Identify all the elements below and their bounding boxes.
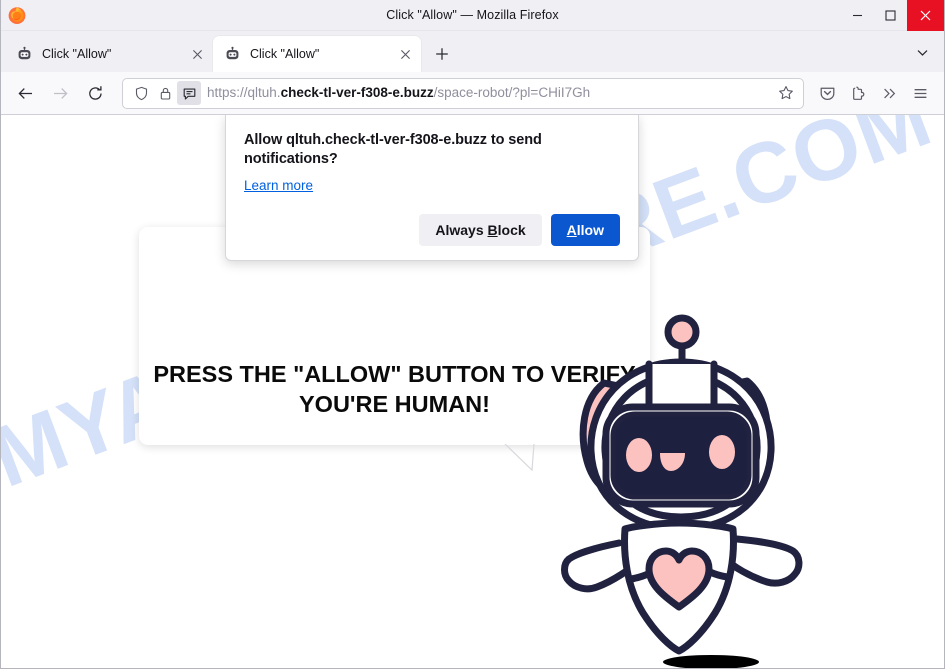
window-title: Click "Allow" — Mozilla Firefox: [386, 8, 559, 22]
url-subdomain: qltuh.: [247, 85, 281, 100]
tab-label: Click "Allow": [42, 47, 112, 61]
tab-strip: Click "Allow" Click "Allow": [1, 31, 944, 72]
tab-item[interactable]: Click "Allow": [5, 36, 213, 72]
padlock-icon[interactable]: [153, 81, 177, 105]
permission-dialog-title: Allow qltuh.check-tl-ver-f308-e.buzz to …: [244, 132, 542, 168]
close-button[interactable]: [907, 0, 944, 31]
tab-close-icon[interactable]: [395, 44, 415, 64]
notification-permission-dialog: Allow qltuh.check-tl-ver-f308-e.buzz to …: [225, 115, 639, 262]
always-block-label-pre: Always: [435, 222, 488, 239]
firefox-logo-icon: [7, 5, 27, 25]
permission-dialog-actions: Always Block Allow: [244, 214, 620, 247]
forward-button[interactable]: [44, 77, 76, 109]
reload-button[interactable]: [79, 77, 111, 109]
hamburger-menu-button[interactable]: [905, 78, 936, 109]
title-bar: Click "Allow" — Mozilla Firefox: [1, 0, 944, 31]
url-domain: check-tl-ver-f308-e.buzz: [280, 85, 434, 100]
browser-window: Click "Allow" — Mozilla Firefox Click "A…: [0, 0, 945, 669]
speech-bubble-tail: [504, 444, 550, 472]
url-text[interactable]: https://qltuh.check-tl-ver-f308-e.buzz/s…: [201, 83, 773, 103]
allow-label-post: llow: [576, 222, 604, 239]
always-block-button[interactable]: Always Block: [419, 214, 542, 247]
url-scheme-subdomain: https://: [207, 85, 248, 100]
window-controls: [841, 0, 944, 31]
page-content: MYANTISPYWARE.COM PRESS THE "ALLOW" BUTT…: [1, 115, 944, 668]
always-block-label-post: lock: [497, 222, 526, 239]
notification-bubble-icon[interactable]: [177, 81, 201, 105]
tab-label: Click "Allow": [250, 47, 320, 61]
allow-button[interactable]: Allow: [550, 214, 620, 247]
new-tab-button[interactable]: [427, 39, 457, 69]
maximize-button[interactable]: [874, 0, 907, 31]
space-robot-illustration: [561, 301, 861, 668]
extensions-button[interactable]: [843, 78, 874, 109]
shield-icon[interactable]: [129, 81, 153, 105]
navigation-toolbar: https://qltuh.check-tl-ver-f308-e.buzz/s…: [1, 72, 944, 115]
tab-item-active[interactable]: Click "Allow": [213, 36, 421, 72]
list-all-tabs-button[interactable]: [908, 38, 936, 66]
minimize-button[interactable]: [841, 0, 874, 31]
robot-favicon-icon: [224, 46, 241, 63]
robot-favicon-icon: [16, 46, 33, 63]
pocket-button[interactable]: [812, 78, 843, 109]
address-bar[interactable]: https://qltuh.check-tl-ver-f308-e.buzz/s…: [122, 77, 804, 109]
learn-more-link[interactable]: Learn more: [244, 178, 313, 193]
bookmark-star-icon[interactable]: [773, 80, 799, 106]
allow-accesskey: A: [566, 222, 577, 239]
url-path: /space-robot/?pl=CHiI7Gh: [433, 85, 591, 100]
overflow-menu-button[interactable]: [874, 78, 905, 109]
back-button[interactable]: [9, 77, 41, 109]
always-block-accesskey: B: [487, 222, 498, 239]
tab-close-icon[interactable]: [187, 44, 207, 64]
